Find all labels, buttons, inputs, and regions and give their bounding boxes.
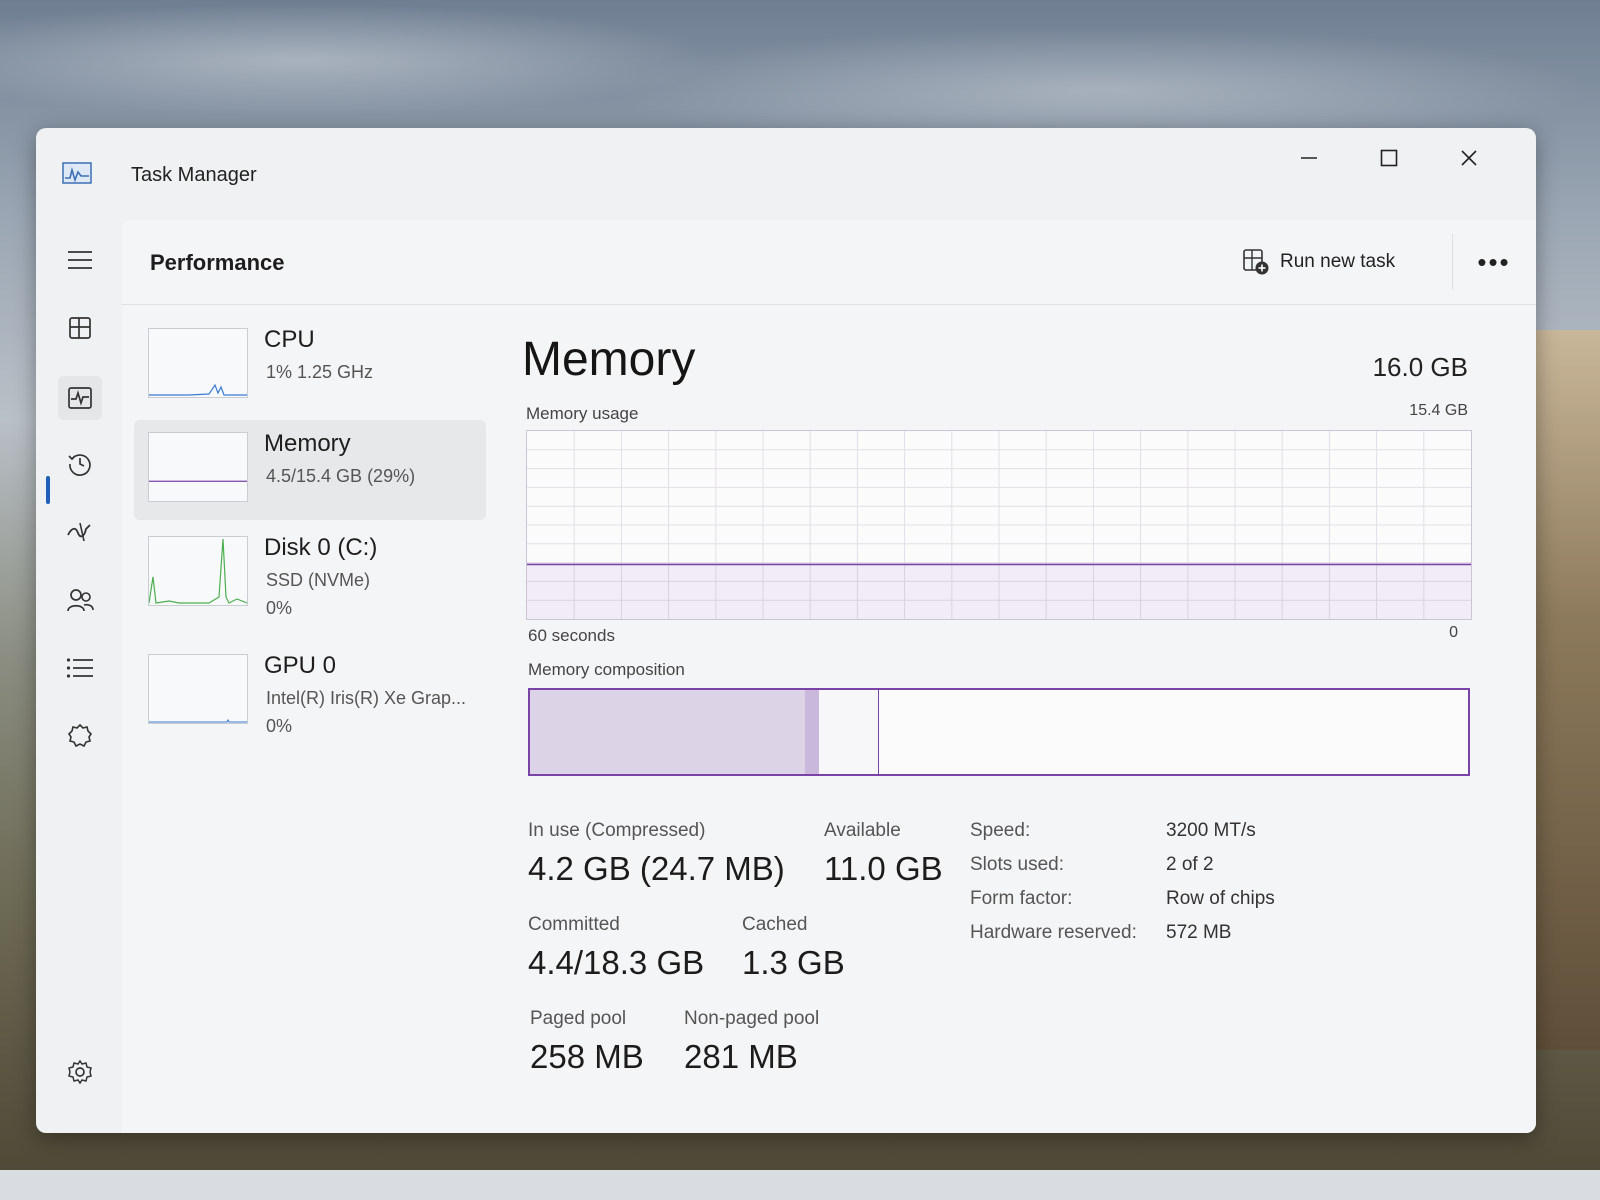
memory-usage-graph: [526, 430, 1472, 620]
form-factor-key: Form factor:: [970, 888, 1073, 909]
memory-usage-max: 15.4 GB: [1409, 402, 1468, 419]
maximize-button[interactable]: [1366, 138, 1412, 178]
memory-total: 16.0 GB: [1372, 352, 1468, 382]
hamburger-menu-button[interactable]: [58, 238, 102, 282]
active-nav-indicator: [46, 476, 50, 504]
resource-item-disk[interactable]: Disk 0 (C:) SSD (NVMe) 0%: [134, 524, 486, 624]
stat-available: Available 11.0 GB: [824, 820, 943, 888]
close-button[interactable]: [1446, 138, 1492, 178]
disk-usage-text: 0%: [266, 598, 293, 618]
task-manager-window: Task Manager Performance Run new task ••…: [36, 128, 1536, 1133]
speed-value: 3200 MT/s: [1166, 820, 1256, 841]
settings-icon: [68, 1059, 92, 1085]
nav-item-services[interactable]: [58, 714, 102, 758]
nonpaged-pool-label: Non-paged pool: [684, 1008, 820, 1029]
memory-composition-bar: [528, 688, 1470, 776]
run-new-task-icon: [1243, 249, 1269, 275]
stat-cached: Cached 1.3 GB: [742, 914, 845, 982]
services-icon: [67, 723, 93, 748]
in-use-label: In use (Compressed): [528, 820, 706, 841]
stat-paged-pool: Paged pool 258 MB: [530, 1008, 644, 1076]
nav-item-users[interactable]: [58, 578, 102, 622]
nav-item-details[interactable]: [58, 646, 102, 690]
form-factor-value: Row of chips: [1166, 888, 1275, 909]
gpu-model-text: Intel(R) Iris(R) Xe Grap...: [266, 688, 467, 708]
title-bar[interactable]: Task Manager: [36, 128, 1536, 220]
stat-nonpaged-pool: Non-paged pool 281 MB: [684, 1008, 819, 1076]
nav-item-performance[interactable]: [58, 376, 102, 420]
users-icon: [67, 589, 94, 612]
memory-composition-label: Memory composition: [528, 660, 685, 679]
window-title: Task Manager: [131, 164, 257, 186]
memory-usage-text: 4.5/15.4 GB (29%): [266, 466, 416, 486]
task-manager-app-icon: [62, 162, 92, 184]
processes-icon: [69, 317, 91, 339]
resource-item-gpu[interactable]: GPU 0 Intel(R) Iris(R) Xe Grap... 0%: [134, 642, 486, 742]
startup-apps-icon: [67, 522, 91, 542]
resource-item-memory[interactable]: Memory 4.5/15.4 GB (29%): [134, 420, 486, 520]
paged-pool-value: 258 MB: [530, 1038, 644, 1075]
run-new-task-button[interactable]: Run new task: [1242, 244, 1395, 280]
navigation-pane: [36, 220, 122, 1133]
composition-in-use-segment: [530, 690, 807, 774]
slots-used-key: Slots used:: [970, 854, 1064, 875]
nav-item-settings[interactable]: [58, 1050, 102, 1094]
memory-usage-area: [527, 564, 1471, 619]
nav-item-app-history[interactable]: [58, 442, 102, 486]
disk-label: Disk 0 (C:): [264, 534, 378, 561]
minimize-button[interactable]: [1286, 138, 1332, 178]
memory-thumbnail-graph: [148, 432, 248, 502]
header-separator: [1452, 234, 1453, 290]
in-use-value: 4.2 GB (24.7 MB): [528, 850, 785, 887]
maximize-icon: [1380, 149, 1398, 167]
stat-in-use: In use (Compressed) 4.2 GB (24.7 MB): [528, 820, 785, 888]
gpu-label: GPU 0: [264, 652, 337, 679]
gpu-usage-text: 0%: [266, 716, 293, 736]
run-new-task-label: Run new task: [1280, 251, 1396, 272]
nonpaged-pool-value: 281 MB: [684, 1038, 798, 1075]
performance-icon: [68, 387, 92, 409]
composition-standby-segment: [819, 690, 879, 774]
disk-thumbnail-graph: [148, 536, 248, 606]
app-history-icon: [68, 454, 91, 476]
stat-committed: Committed 4.4/18.3 GB: [528, 914, 704, 982]
taskbar: [0, 1170, 1600, 1200]
disk-type-text: SSD (NVMe): [266, 570, 371, 590]
available-label: Available: [824, 820, 901, 841]
hamburger-menu-icon: [68, 251, 92, 269]
cached-label: Cached: [742, 914, 808, 935]
available-value: 11.0 GB: [824, 850, 943, 887]
content-area: Performance Run new task ••• CPU 1% 1.25…: [122, 220, 1536, 1133]
cpu-label: CPU: [264, 326, 315, 353]
memory-label: Memory: [264, 430, 351, 457]
gpu-thumbnail-graph: [148, 654, 248, 724]
speed-key: Speed:: [970, 820, 1031, 841]
memory-usage-label: Memory usage: [526, 404, 639, 423]
graph-time-span-label: 60 seconds: [528, 626, 615, 645]
hardware-reserved-value: 572 MB: [1166, 922, 1232, 943]
nav-item-startup-apps[interactable]: [58, 510, 102, 554]
wallpaper-building: [1530, 330, 1600, 1050]
graph-end-label: 0: [1449, 624, 1458, 641]
cpu-usage-text: 1% 1.25 GHz: [266, 362, 374, 382]
nav-item-processes[interactable]: [58, 306, 102, 350]
details-icon: [66, 658, 93, 678]
cached-value: 1.3 GB: [742, 944, 845, 981]
minimize-icon: [1301, 157, 1317, 159]
memory-stats: In use (Compressed) 4.2 GB (24.7 MB) Ava…: [528, 820, 1478, 1100]
page-title: Performance: [150, 250, 285, 275]
cpu-thumbnail-graph: [148, 328, 248, 398]
composition-modified-segment: [805, 690, 820, 774]
page-header: Performance Run new task •••: [122, 220, 1536, 305]
slots-used-value: 2 of 2: [1166, 854, 1214, 875]
committed-label: Committed: [528, 914, 620, 935]
committed-value: 4.4/18.3 GB: [528, 944, 705, 981]
hardware-reserved-key: Hardware reserved:: [970, 922, 1137, 943]
paged-pool-label: Paged pool: [530, 1008, 627, 1029]
close-icon: [1461, 150, 1477, 166]
memory-detail-panel: Memory 16.0 GB Memory usage 15.4 GB 60 s…: [522, 320, 1482, 1120]
more-options-button[interactable]: •••: [1464, 244, 1524, 280]
memory-heading: Memory: [522, 333, 696, 386]
resource-item-cpu[interactable]: CPU 1% 1.25 GHz: [134, 316, 486, 416]
